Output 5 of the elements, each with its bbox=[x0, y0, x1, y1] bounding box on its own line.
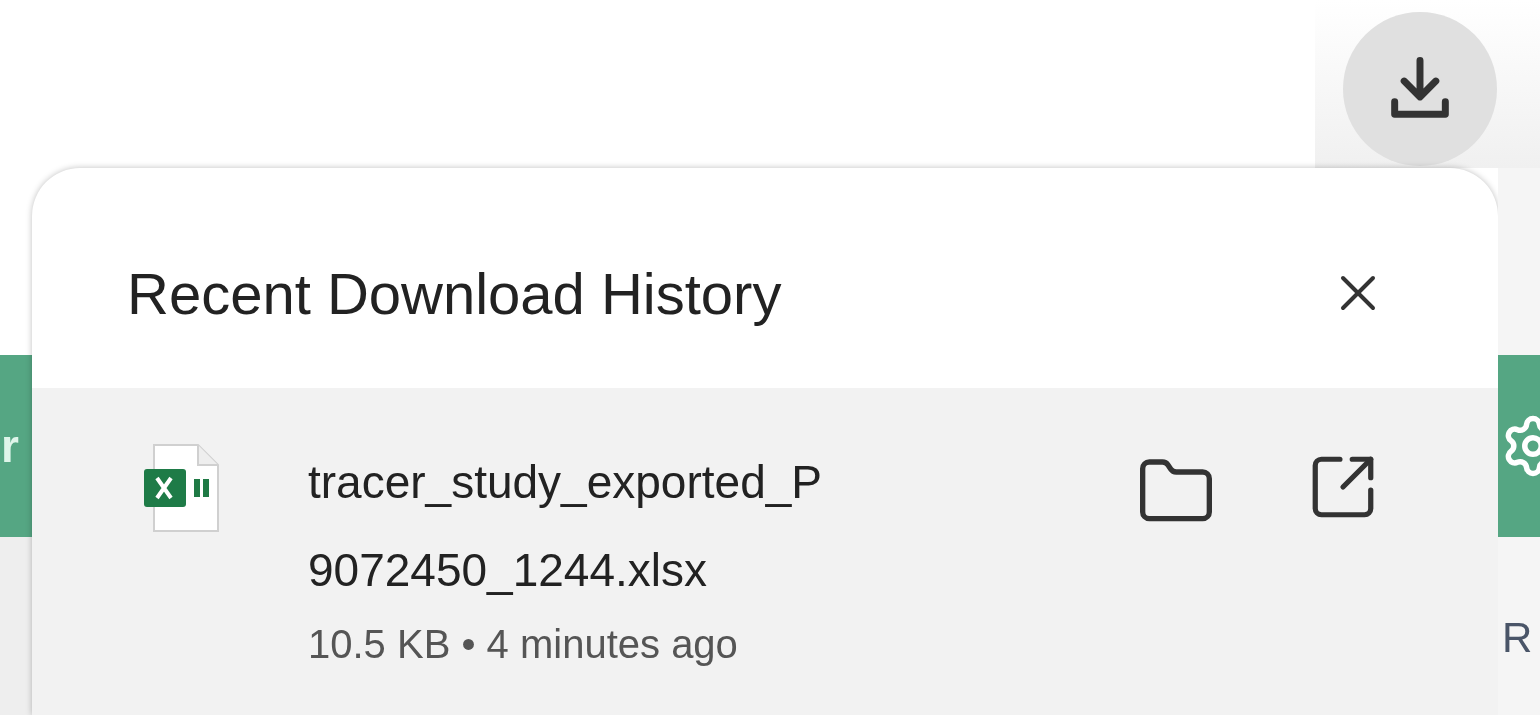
file-name: tracer_study_exported_P 9072450_1244.xlsx bbox=[308, 455, 823, 598]
page-text: R bbox=[1502, 614, 1533, 659]
file-details: 10.5 KB • 4 minutes ago bbox=[308, 621, 739, 668]
banner-text: r bbox=[1, 423, 19, 469]
popup-title: Recent Download History bbox=[127, 259, 783, 328]
